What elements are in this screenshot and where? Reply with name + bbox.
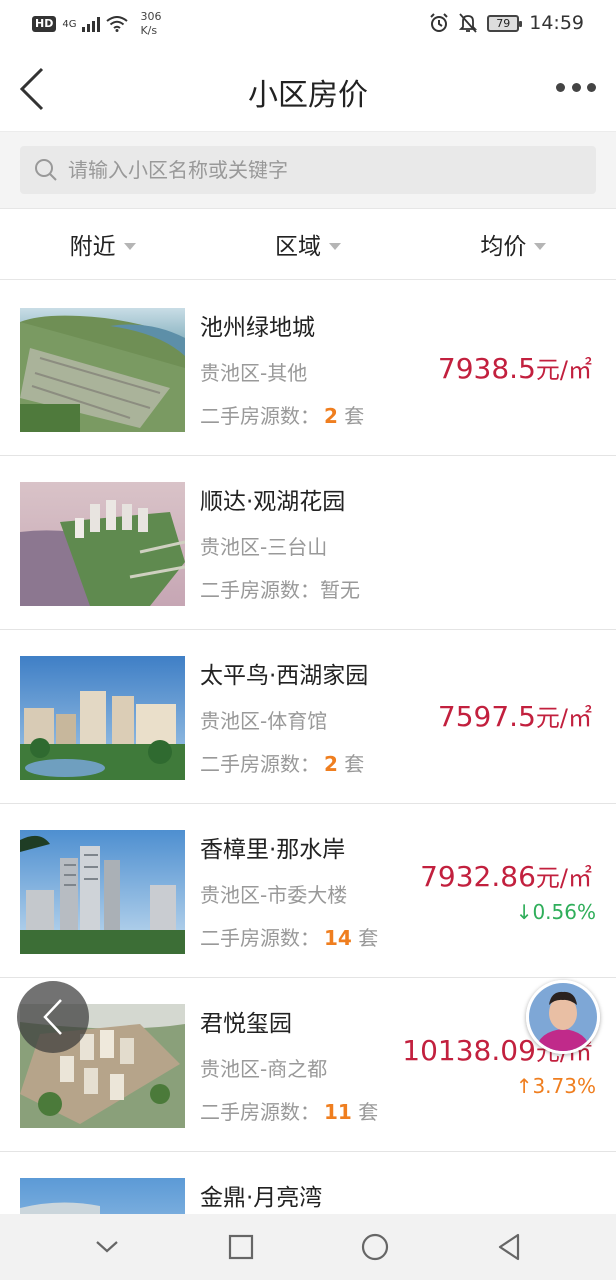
caret-down-icon — [328, 242, 341, 250]
count-suffix: 套 — [358, 1100, 379, 1124]
mute-bell-icon — [459, 13, 478, 33]
filter-label: 均价 — [480, 234, 527, 260]
secondhand-count: 二手房源数： 14 套 — [200, 922, 378, 951]
community-photo — [20, 308, 185, 432]
chevron-down-icon — [96, 1241, 118, 1253]
filter-nearby[interactable]: 附近 — [0, 209, 205, 279]
more-dots-icon — [556, 82, 565, 92]
price-value: 7597.5 — [437, 700, 536, 733]
community-area: 贵池区-体育馆 — [200, 709, 328, 733]
nav-recents-button[interactable] — [221, 1227, 261, 1267]
search-box[interactable] — [20, 146, 596, 194]
search-area — [0, 132, 616, 208]
price-unit: 元/㎡ — [535, 704, 592, 732]
price-unit: 元/㎡ — [535, 356, 592, 384]
community-area: 贵池区-三台山 — [200, 535, 328, 559]
hd-badge: HD — [32, 16, 57, 32]
community-list: 池州绿地城 贵池区-其他 二手房源数： 2 套 7938.5元/㎡ 顺达·观湖花园… — [0, 282, 616, 1280]
square-icon — [228, 1234, 254, 1260]
status-right: 79 14:59 — [429, 12, 584, 34]
community-photo — [20, 830, 185, 954]
count-label: 二手房源数： — [200, 1100, 320, 1124]
community-name: 金鼎·月亮湾 — [200, 1185, 323, 1211]
community-photo — [20, 656, 185, 780]
filter-label: 附近 — [69, 234, 116, 260]
count-suffix: 套 — [344, 404, 365, 428]
chevron-left-icon — [43, 999, 62, 1035]
community-area: 贵池区-其他 — [200, 361, 308, 385]
count-value: 14 — [324, 926, 352, 950]
average-price: 7597.5元/㎡ — [438, 698, 592, 733]
page-title: 小区房价 — [248, 78, 368, 113]
list-item[interactable]: 池州绿地城 贵池区-其他 二手房源数： 2 套 7938.5元/㎡ — [0, 282, 616, 456]
count-label: 二手房源数： — [200, 926, 320, 950]
triangle-back-icon — [498, 1233, 520, 1261]
filter-bar: 附近 区域 均价 — [0, 208, 616, 280]
count-value: 2 — [324, 404, 338, 428]
network-type: 4G — [62, 18, 77, 30]
community-name: 香樟里·那水岸 — [200, 837, 346, 863]
floating-back-button[interactable] — [17, 981, 89, 1053]
nav-home-button[interactable] — [355, 1227, 395, 1267]
secondhand-count: 二手房源数： 2 套 — [200, 400, 364, 429]
count-value: 2 — [324, 752, 338, 776]
community-area: 贵池区-市委大楼 — [200, 883, 348, 907]
community-photo — [20, 482, 185, 606]
wifi-icon — [106, 16, 129, 32]
community-name: 顺达·观湖花园 — [200, 489, 346, 515]
count-suffix: 套 — [344, 752, 365, 776]
count-label: 二手房源数： — [200, 578, 320, 602]
community-name: 太平鸟·西湖家园 — [200, 663, 369, 689]
filter-region[interactable]: 区域 — [205, 209, 410, 279]
price-value: 10138.09 — [402, 1034, 536, 1067]
status-bar: HD 4G 306 K/s 79 14:59 — [0, 0, 616, 44]
average-price: 7938.5元/㎡ — [438, 350, 592, 385]
caret-down-icon — [534, 242, 547, 250]
filter-label: 区域 — [274, 234, 321, 260]
avatar-icon — [529, 983, 597, 1051]
price-change-down: ↓0.56% — [515, 900, 596, 924]
secondhand-count: 二手房源数： 11 套 — [200, 1096, 378, 1125]
secondhand-count: 二手房源数：暂无 — [200, 574, 360, 603]
title-bar: 小区房价 — [0, 44, 616, 132]
list-item[interactable]: 君悦玺园 贵池区-商之都 二手房源数： 11 套 10138.09元/㎡ ↑3.7… — [0, 978, 616, 1152]
battery-indicator: 79 — [487, 14, 523, 32]
floating-avatar[interactable] — [526, 980, 600, 1054]
list-item[interactable]: 顺达·观湖花园 贵池区-三台山 二手房源数：暂无 — [0, 456, 616, 630]
community-name: 池州绿地城 — [200, 315, 315, 341]
price-value: 7932.86 — [420, 860, 536, 893]
count-none: 暂无 — [320, 578, 360, 602]
community-name: 君悦玺园 — [200, 1011, 292, 1037]
network-speed: 306 K/s — [140, 10, 161, 38]
nav-hide-button[interactable] — [87, 1227, 127, 1267]
count-value: 11 — [324, 1100, 352, 1124]
more-button[interactable] — [556, 80, 596, 94]
list-item[interactable]: 香樟里·那水岸 贵池区-市委大楼 二手房源数： 14 套 7932.86元/㎡ ↓… — [0, 804, 616, 978]
search-input[interactable] — [68, 146, 588, 194]
average-price: 7932.86元/㎡ — [420, 858, 592, 893]
price-value: 7938.5 — [437, 352, 536, 385]
secondhand-count: 二手房源数： 2 套 — [200, 748, 364, 777]
price-change-up: ↑3.73% — [515, 1074, 596, 1098]
filter-avg-price[interactable]: 均价 — [411, 209, 616, 279]
alarm-icon — [430, 13, 448, 32]
nav-back-button[interactable] — [489, 1227, 529, 1267]
clock: 14:59 — [529, 12, 584, 34]
count-label: 二手房源数： — [200, 404, 320, 428]
speed-value: 306 — [140, 10, 162, 23]
system-nav-bar — [0, 1214, 616, 1280]
search-icon — [35, 159, 57, 181]
speed-unit: K/s — [140, 24, 158, 37]
status-left: HD 4G 306 K/s — [32, 10, 161, 38]
count-label: 二手房源数： — [200, 752, 320, 776]
list-item[interactable]: 太平鸟·西湖家园 贵池区-体育馆 二手房源数： 2 套 7597.5元/㎡ — [0, 630, 616, 804]
community-area: 贵池区-商之都 — [200, 1057, 328, 1081]
price-unit: 元/㎡ — [535, 864, 592, 892]
count-suffix: 套 — [358, 926, 379, 950]
caret-down-icon — [123, 242, 136, 250]
circle-icon — [361, 1233, 389, 1261]
signal-icon — [82, 16, 101, 32]
